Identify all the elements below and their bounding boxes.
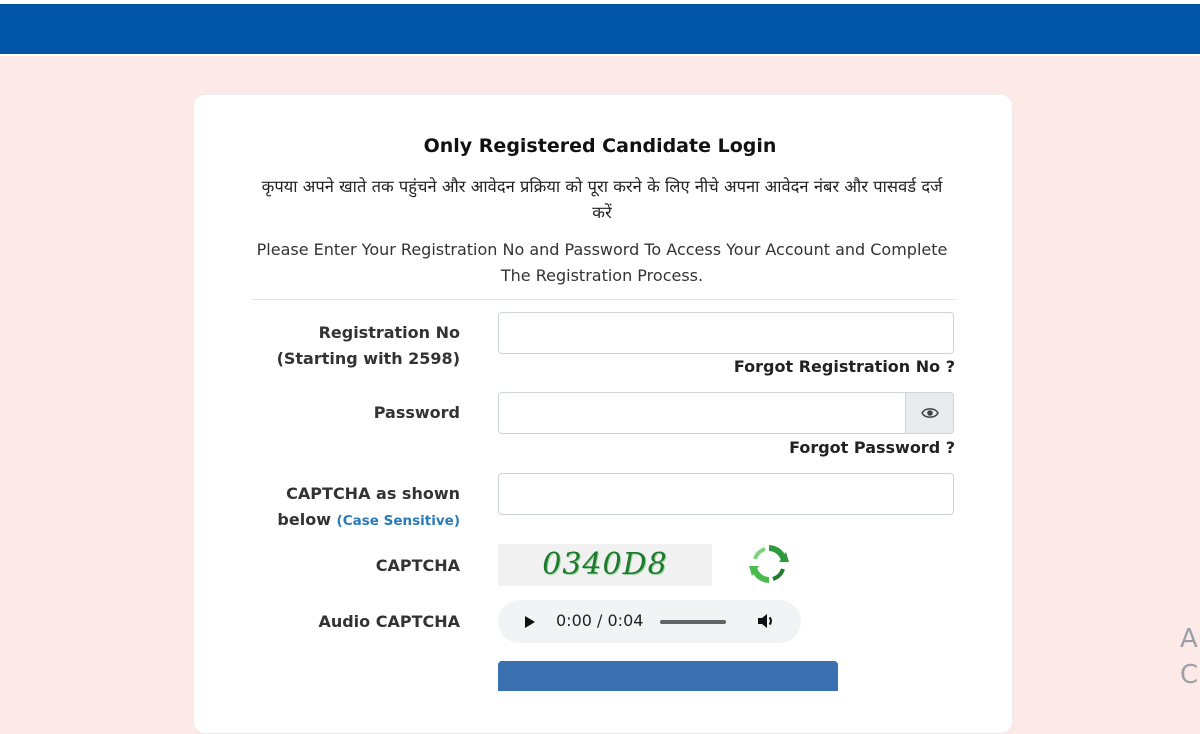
edge-text-1: A xyxy=(1180,624,1198,654)
audio-captcha-label: Audio CAPTCHA xyxy=(318,612,460,631)
toggle-password-button[interactable] xyxy=(905,392,954,434)
audio-progress-bar[interactable] xyxy=(660,620,726,624)
login-title: Only Registered Candidate Login xyxy=(423,135,777,157)
captcha-image: 0340D8 xyxy=(498,544,712,586)
forgot-registration-link[interactable]: Forgot Registration No ? xyxy=(700,357,955,376)
registration-label-line2: (Starting with 2598) xyxy=(276,349,460,368)
password-label: Password xyxy=(373,403,460,422)
captcha-image-text: 0340D8 xyxy=(542,547,668,582)
eye-icon xyxy=(920,404,939,423)
captcha-input[interactable] xyxy=(498,473,954,515)
captcha-input-label-line2: below xyxy=(277,510,331,529)
play-icon[interactable] xyxy=(524,614,536,633)
english-instruction: Please Enter Your Registration No and Pa… xyxy=(256,240,948,285)
registration-label-line1: Registration No xyxy=(318,323,460,342)
audio-time: 0:00 / 0:04 xyxy=(556,611,644,630)
password-input[interactable] xyxy=(498,392,906,434)
top-header xyxy=(0,0,1200,56)
captcha-input-label: CAPTCHA as shown below (Case Sensitive) xyxy=(252,481,460,534)
login-button[interactable] xyxy=(498,661,838,691)
refresh-captcha-icon[interactable] xyxy=(748,543,790,585)
header-bar xyxy=(0,4,1200,54)
case-sensitive-hint: (Case Sensitive) xyxy=(336,513,460,529)
registration-label: Registration No (Starting with 2598) xyxy=(262,320,460,372)
hindi-instruction: कृपया अपने खाते तक पहुंचने और आवेदन प्रक… xyxy=(261,177,943,222)
edge-text-2: C xyxy=(1180,660,1199,690)
registration-input[interactable] xyxy=(498,312,954,354)
forgot-password-link[interactable]: Forgot Password ? xyxy=(700,438,955,457)
volume-icon[interactable] xyxy=(756,611,776,635)
divider xyxy=(252,299,955,300)
audio-player[interactable]: 0:00 / 0:04 xyxy=(498,600,801,643)
captcha-label: CAPTCHA xyxy=(375,556,460,575)
captcha-input-label-line1: CAPTCHA as shown xyxy=(286,484,460,503)
